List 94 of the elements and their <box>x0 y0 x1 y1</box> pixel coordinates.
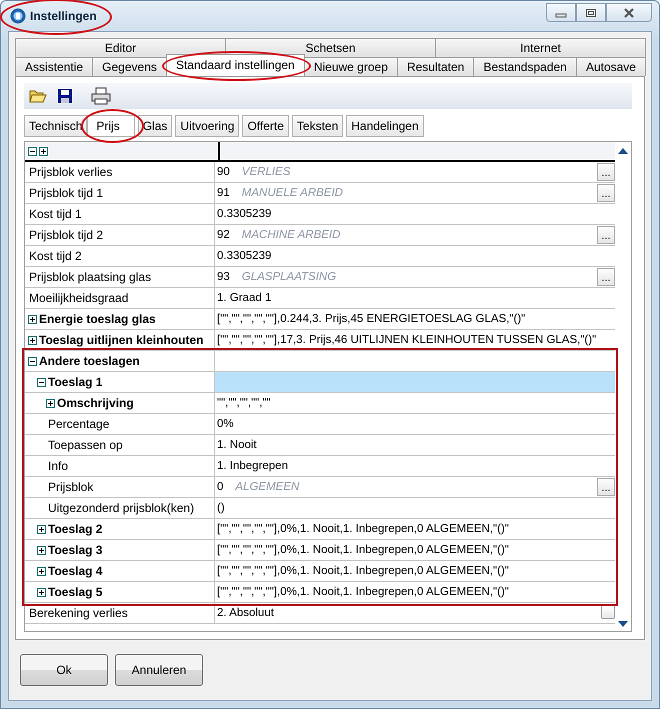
app-icon <box>10 8 26 24</box>
tab[interactable]: Glas <box>138 115 172 137</box>
property-label: Prijsblok tijd 2 <box>29 228 104 242</box>
tab[interactable]: Prijs <box>87 115 135 137</box>
property-value[interactable]: 2. Absoluut <box>215 603 597 623</box>
collapse-all-icon[interactable] <box>28 146 37 156</box>
property-label: Kost tijd 1 <box>29 207 82 221</box>
tab[interactable]: Bestandspaden <box>473 57 577 76</box>
ellipsis-button[interactable]: ... <box>597 163 615 181</box>
property-value[interactable]: 0 ALGEMEEN <box>215 477 597 497</box>
property-label: Info <box>48 459 68 473</box>
collapse-icon[interactable] <box>37 378 46 386</box>
tab[interactable]: Autosave <box>576 57 646 76</box>
property-label: Toeslag 2 <box>48 522 102 536</box>
property-value[interactable]: 0% <box>215 414 615 434</box>
property-value[interactable]: 90 VERLIES <box>215 162 597 182</box>
property-value[interactable]: ["","","","",""],0%,1. Nooit,1. Inbegrepen,0 ALGEMEEN,"()" <box>215 519 615 539</box>
expand-icon[interactable] <box>37 588 46 596</box>
printer-icon[interactable] <box>91 87 111 105</box>
tab[interactable]: Nieuwe groep <box>304 57 398 76</box>
tab[interactable]: Editor <box>15 38 226 57</box>
tab[interactable]: Teksten <box>292 115 344 137</box>
property-value[interactable]: 91 MANUELE ARBEID <box>215 183 597 203</box>
minimize-button[interactable] <box>546 3 576 22</box>
property-value[interactable]: ["","","","",""],0.244,3. Prijs,45 ENERGIETOESLAG GLAS,"()" <box>215 309 615 329</box>
property-value[interactable]: 0.3305239 <box>215 204 615 224</box>
property-label: Percentage <box>48 417 110 431</box>
property-value[interactable]: 92 MACHINE ARBEID <box>215 225 597 245</box>
expand-icon[interactable] <box>37 546 46 554</box>
property-value[interactable]: ["","","","",""],0%,1. Nooit,1. Inbegrepen,0 ALGEMEEN,"()" <box>215 561 615 581</box>
property-label: Prijsblok tijd 1 <box>29 186 104 200</box>
close-button[interactable] <box>606 3 652 22</box>
tab[interactable]: Uitvoering <box>175 115 240 137</box>
property-label: Toeslag 3 <box>48 543 102 557</box>
maximize-icon <box>585 8 597 18</box>
property-value[interactable]: ["","","","",""],17,3. Prijs,46 UITLIJNEN KLEINHOUTEN TUSSEN GLAS,"()" <box>215 330 615 350</box>
collapse-icon[interactable] <box>28 356 37 366</box>
ellipsis-button[interactable]: ... <box>597 478 615 496</box>
property-value[interactable]: ["","","","",""],0%,1. Nooit,1. Inbegrepen,0 ALGEMEEN,"()" <box>215 582 615 602</box>
dialog-button[interactable]: Annuleren <box>115 654 203 686</box>
expand-all-icon[interactable] <box>39 146 48 156</box>
save-icon[interactable] <box>57 88 73 104</box>
hint-text: ALGEMEEN <box>235 481 300 493</box>
tab[interactable]: Internet <box>435 38 646 57</box>
property-label: Kost tijd 2 <box>29 249 82 263</box>
checkbox[interactable] <box>601 605 615 619</box>
folder-icon[interactable] <box>29 88 47 104</box>
tab[interactable]: Schetsen <box>225 38 436 57</box>
window-title: Instellingen <box>30 9 97 23</box>
property-value[interactable]: "","","","","" <box>215 393 615 413</box>
scroll-down-icon[interactable] <box>618 621 628 627</box>
property-label: Toeslag 4 <box>48 564 102 578</box>
tab[interactable]: Handelingen <box>346 115 424 137</box>
expand-icon[interactable] <box>37 524 46 534</box>
property-label: Energie toeslag glas <box>39 312 156 326</box>
property-label: Toepassen op <box>48 438 123 452</box>
dialog-button[interactable]: Ok <box>20 654 108 686</box>
property-label: Prijsblok plaatsing glas <box>29 270 152 284</box>
property-label: Moeilijkheidsgraad <box>29 291 128 305</box>
expand-icon[interactable] <box>46 398 55 408</box>
hint-text: MANUELE ARBEID <box>242 187 343 199</box>
tab[interactable]: Assistentie <box>15 57 94 76</box>
ellipsis-button[interactable]: ... <box>597 184 615 202</box>
property-label: Andere toeslagen <box>39 354 140 368</box>
expand-icon[interactable] <box>28 336 37 344</box>
property-value[interactable]: 1. Graad 1 <box>215 288 615 308</box>
ellipsis-button[interactable]: ... <box>597 226 615 244</box>
maximize-button[interactable] <box>576 3 606 22</box>
hint-text: GLASPLAATSING <box>242 271 336 283</box>
close-icon <box>622 8 636 18</box>
tab[interactable]: Standaard instellingen <box>166 54 305 76</box>
property-label: Omschrijving <box>57 396 134 410</box>
property-label: Toeslag uitlijnen kleinhouten <box>39 333 204 347</box>
property-label: Toeslag 5 <box>48 585 102 599</box>
expand-icon[interactable] <box>37 566 46 576</box>
hint-text: VERLIES <box>242 166 290 178</box>
property-label: Uitgezonderd prijsblok(ken) <box>48 501 194 515</box>
property-value[interactable]: 0.3305239 <box>215 246 615 266</box>
tab[interactable]: Gegevens <box>92 57 167 76</box>
property-value[interactable]: () <box>215 498 615 518</box>
property-value[interactable]: 1. Nooit <box>215 435 615 455</box>
property-label: Prijsblok verlies <box>29 165 112 179</box>
ellipsis-button[interactable]: ... <box>597 268 615 286</box>
tab[interactable]: Resultaten <box>396 57 474 76</box>
expand-icon[interactable] <box>28 314 37 324</box>
property-label: Berekening verlies <box>29 606 128 620</box>
property-label: Toeslag 1 <box>48 375 102 389</box>
scroll-up-icon[interactable] <box>618 148 628 154</box>
tab[interactable]: Offerte <box>242 115 289 137</box>
hint-text: MACHINE ARBEID <box>242 229 340 241</box>
property-value[interactable]: ["","","","",""],0%,1. Nooit,1. Inbegrepen,0 ALGEMEEN,"()" <box>215 540 615 560</box>
property-value[interactable]: 93 GLASPLAATSING <box>215 267 597 287</box>
property-value[interactable]: 1. Inbegrepen <box>215 456 615 476</box>
property-label: Prijsblok <box>48 480 94 494</box>
